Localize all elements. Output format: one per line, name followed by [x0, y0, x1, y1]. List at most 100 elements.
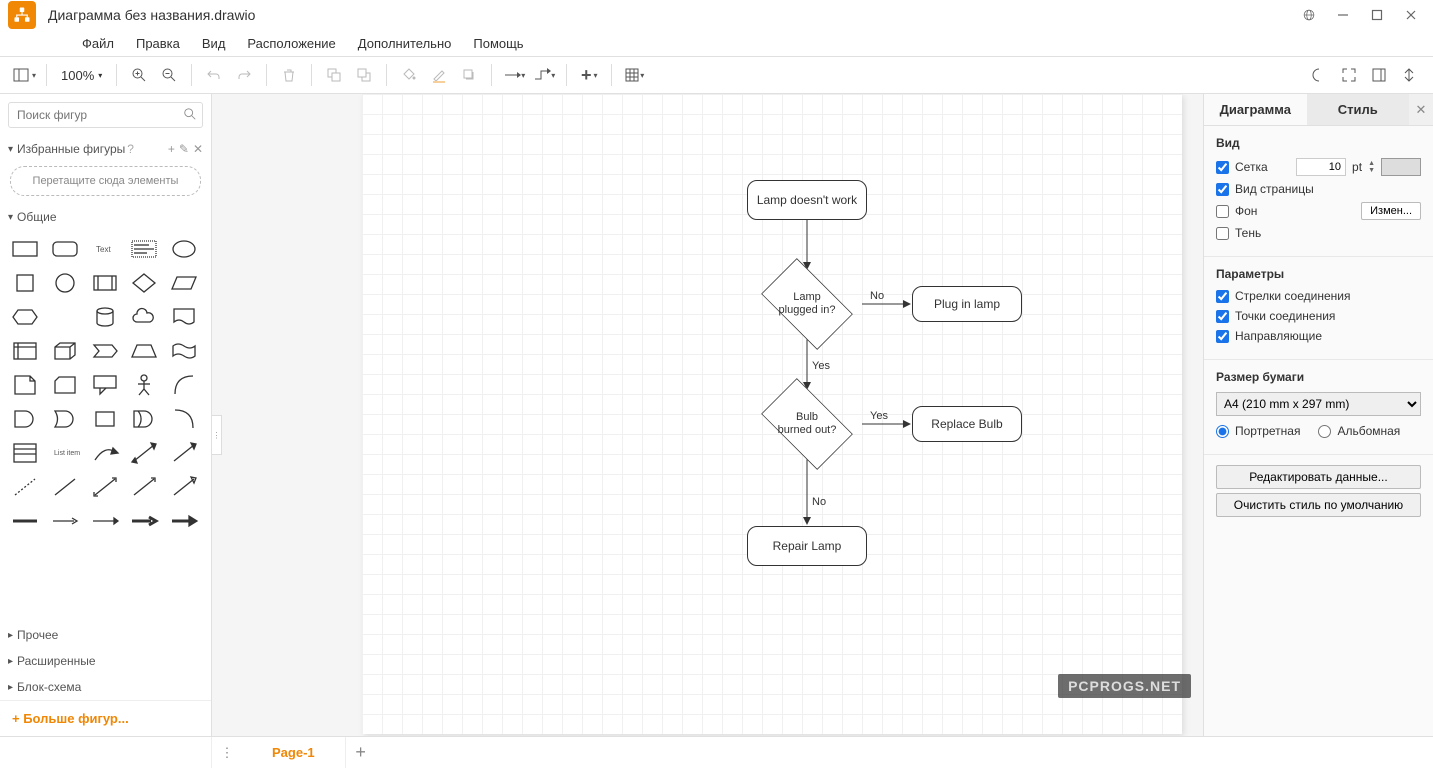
shape-list[interactable] — [8, 438, 42, 468]
shape-triangle[interactable] — [48, 302, 82, 332]
to-back-icon[interactable] — [350, 61, 378, 89]
more-shapes-button[interactable]: + Больше фигур... — [0, 700, 211, 736]
page-tab-1[interactable]: Page-1 — [242, 737, 346, 768]
theme-icon[interactable] — [1305, 61, 1333, 89]
shape-square[interactable] — [8, 268, 42, 298]
close-icon[interactable]: ✕ — [193, 142, 203, 156]
node-start[interactable]: Lamp doesn't work — [747, 180, 867, 220]
grid-stepper[interactable]: ▲▼ — [1368, 160, 1375, 174]
shape-link-solid[interactable] — [8, 506, 42, 536]
shape-trapezoid[interactable] — [127, 336, 161, 366]
sidebar-toggle-icon[interactable]: ▾ — [10, 61, 38, 89]
zoom-in-icon[interactable] — [125, 61, 153, 89]
sidebar-collapse-handle[interactable]: ⋮ — [212, 415, 222, 455]
line-color-icon[interactable] — [425, 61, 453, 89]
shape-tape[interactable] — [167, 336, 201, 366]
favorites-dropzone[interactable]: Перетащите сюда элементы — [10, 166, 201, 196]
format-panel-icon[interactable] — [1365, 61, 1393, 89]
language-icon[interactable] — [1295, 4, 1323, 26]
shape-callout[interactable] — [88, 370, 122, 400]
shape-list-item[interactable]: List item — [48, 438, 82, 468]
shape-thin-arrow[interactable] — [127, 472, 161, 502]
node-repair[interactable]: Repair Lamp — [747, 526, 867, 566]
shape-datastore[interactable] — [88, 404, 122, 434]
shape-link-thick-open[interactable] — [127, 506, 161, 536]
shape-internal-storage[interactable] — [8, 336, 42, 366]
fullscreen-icon[interactable] — [1335, 61, 1363, 89]
shape-bidir-arrow[interactable] — [127, 438, 161, 468]
shape-xor[interactable] — [127, 404, 161, 434]
section-misc[interactable]: ▸Прочее — [0, 622, 211, 648]
portrait-radio[interactable] — [1216, 425, 1229, 438]
shape-curved-arrow[interactable] — [88, 438, 122, 468]
shadow-icon[interactable] — [455, 61, 483, 89]
add-page-button[interactable]: + — [346, 742, 376, 763]
page-menu-icon[interactable]: ⋮ — [212, 737, 242, 768]
menu-extras[interactable]: Дополнительно — [348, 33, 462, 54]
shape-hexagon[interactable] — [8, 302, 42, 332]
shape-and[interactable] — [8, 404, 42, 434]
close-button[interactable] — [1397, 4, 1425, 26]
section-flowchart[interactable]: ▸Блок-схема — [0, 674, 211, 700]
shape-cylinder[interactable] — [88, 302, 122, 332]
landscape-radio[interactable] — [1318, 425, 1331, 438]
pageview-checkbox[interactable] — [1216, 183, 1229, 196]
shape-step[interactable] — [88, 336, 122, 366]
shadow-checkbox[interactable] — [1216, 227, 1229, 240]
zoom-out-icon[interactable] — [155, 61, 183, 89]
node-plugged[interactable]: Lampplugged in? — [752, 269, 862, 339]
menu-edit[interactable]: Правка — [126, 33, 190, 54]
shape-diamond[interactable] — [127, 268, 161, 298]
fill-color-icon[interactable] — [395, 61, 423, 89]
grid-size-input[interactable] — [1296, 158, 1346, 176]
delete-icon[interactable] — [275, 61, 303, 89]
insert-icon[interactable]: +▾ — [575, 61, 603, 89]
canvas[interactable]: Lamp doesn't work Lampplugged in? Plug i… — [362, 94, 1182, 734]
shape-circle[interactable] — [48, 268, 82, 298]
shape-textbox[interactable] — [127, 234, 161, 264]
minimize-button[interactable] — [1329, 4, 1357, 26]
change-bg-button[interactable]: Измен... — [1361, 202, 1421, 220]
menu-arrange[interactable]: Расположение — [237, 33, 345, 54]
background-checkbox[interactable] — [1216, 205, 1229, 218]
redo-icon[interactable] — [230, 61, 258, 89]
waypoint-icon[interactable]: ▾ — [530, 61, 558, 89]
shape-rectangle[interactable] — [8, 234, 42, 264]
section-general[interactable]: ▾ Общие — [0, 204, 211, 230]
maximize-button[interactable] — [1363, 4, 1391, 26]
shape-card[interactable] — [48, 370, 82, 400]
shape-cloud[interactable] — [127, 302, 161, 332]
clear-style-button[interactable]: Очистить стиль по умолчанию — [1216, 493, 1421, 517]
shape-document[interactable] — [167, 302, 201, 332]
shape-open-arrow[interactable] — [167, 472, 201, 502]
grid-color-swatch[interactable] — [1381, 158, 1421, 176]
grid-checkbox[interactable] — [1216, 161, 1229, 174]
menu-view[interactable]: Вид — [192, 33, 236, 54]
conn-points-checkbox[interactable] — [1216, 310, 1229, 323]
shape-link-thin-open[interactable] — [48, 506, 82, 536]
section-advanced[interactable]: ▸Расширенные — [0, 648, 211, 674]
shape-curve-right[interactable] — [167, 370, 201, 400]
shape-note[interactable] — [8, 370, 42, 400]
section-favorites[interactable]: ▾ Избранные фигуры ? +✎✕ — [0, 136, 211, 162]
add-icon[interactable]: + — [168, 142, 175, 156]
edit-data-button[interactable]: Редактировать данные... — [1216, 465, 1421, 489]
node-plugin[interactable]: Plug in lamp — [912, 286, 1022, 322]
shape-link-thin[interactable] — [88, 506, 122, 536]
shape-arrow[interactable] — [167, 438, 201, 468]
shape-actor[interactable] — [127, 370, 161, 400]
panel-close-icon[interactable]: ✕ — [1409, 94, 1433, 125]
edit-icon[interactable]: ✎ — [179, 142, 189, 156]
tab-style[interactable]: Стиль — [1307, 94, 1410, 125]
conn-arrows-checkbox[interactable] — [1216, 290, 1229, 303]
shape-line[interactable] — [48, 472, 82, 502]
tab-diagram[interactable]: Диаграмма — [1204, 94, 1307, 125]
menu-help[interactable]: Помощь — [463, 33, 533, 54]
shape-thin-bidir[interactable] — [88, 472, 122, 502]
shape-text[interactable]: Text — [88, 234, 122, 264]
node-burned[interactable]: Bulbburned out? — [752, 389, 862, 459]
shape-process[interactable] — [88, 268, 122, 298]
shape-cube[interactable] — [48, 336, 82, 366]
paper-size-select[interactable]: A4 (210 mm x 297 mm) — [1216, 392, 1421, 416]
shape-dashed-line[interactable] — [8, 472, 42, 502]
